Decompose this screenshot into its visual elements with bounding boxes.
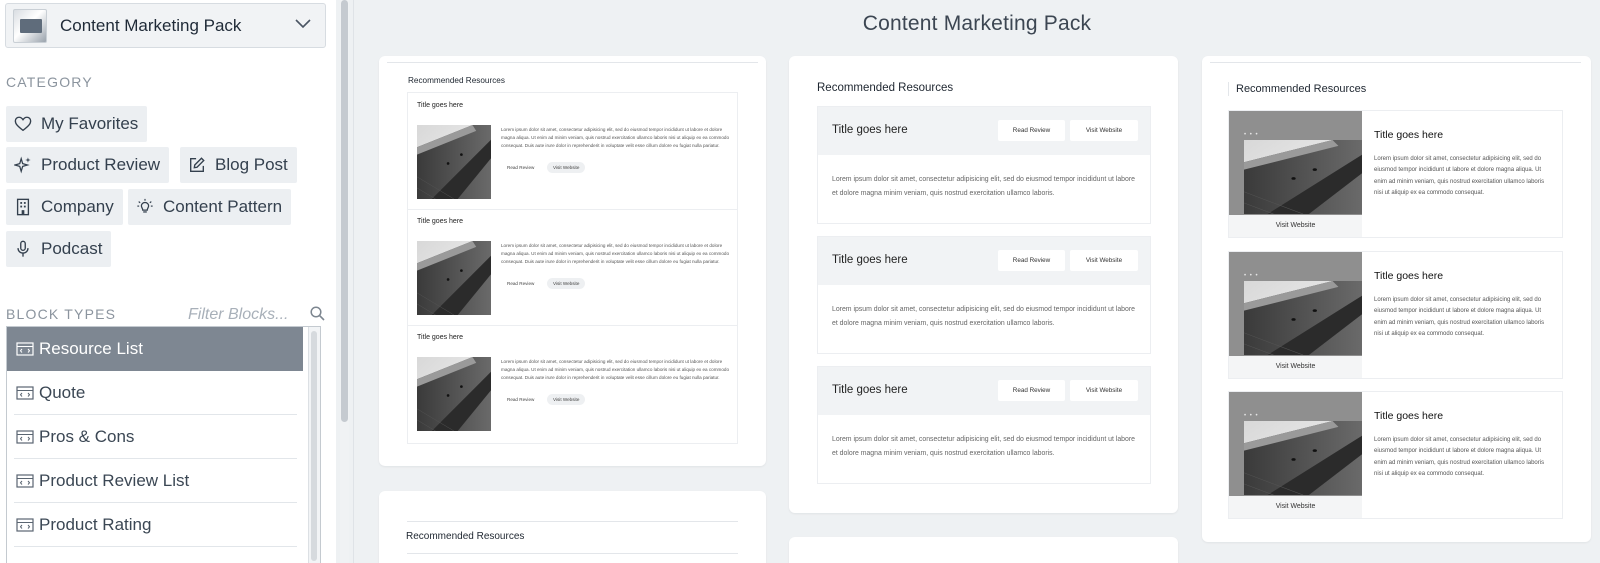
visit-website-button[interactable]: Visit Website: [547, 394, 586, 405]
visit-website-button[interactable]: Visit Website: [1070, 120, 1138, 141]
read-review-button[interactable]: Read Review: [501, 278, 540, 289]
chip-label: Podcast: [41, 239, 103, 258]
visit-website-button[interactable]: Visit Website: [1229, 356, 1362, 378]
block-item-product-rating[interactable]: Product Rating: [7, 503, 303, 547]
preview-heading: Recommended Resources: [406, 531, 525, 542]
pack-thumbnail: [13, 8, 47, 43]
block-item-pros-cons[interactable]: Pros & Cons: [7, 415, 303, 459]
list-item: • • • Visit Website Title goes here Lore…: [1228, 110, 1563, 238]
visit-website-button[interactable]: Visit Website: [1070, 380, 1138, 401]
block-label: Pros & Cons: [39, 427, 135, 446]
visit-website-button[interactable]: Visit Website: [1070, 250, 1138, 271]
preview-heading: Recommended Resources: [408, 76, 505, 85]
heart-icon: [13, 114, 33, 134]
preview-card-resource-list-plain[interactable]: Recommended Resources: [379, 491, 766, 563]
search-icon[interactable]: [310, 306, 325, 321]
list-item: Title goes here Lorem ipsum dolor sit am…: [408, 209, 737, 326]
block-item-resource-list[interactable]: Resource List: [7, 327, 303, 371]
visit-website-button[interactable]: Visit Website: [1229, 496, 1362, 518]
list-item: Title goes here Lorem ipsum dolor sit am…: [408, 93, 737, 210]
page-title: Content Marketing Pack: [862, 12, 1092, 35]
lightbulb-icon: [135, 197, 155, 217]
edit-icon: [187, 155, 207, 175]
list-item: • • • Visit Website Title goes here Lore…: [1228, 251, 1563, 379]
preview-heading: Recommended Resources: [817, 82, 954, 94]
sparkle-icon: [13, 155, 33, 175]
block-label: Product Review List: [39, 471, 190, 490]
building-icon: [13, 197, 33, 217]
panel-divider: [353, 0, 354, 563]
microphone-icon: [13, 239, 33, 259]
blocks-scrollbar[interactable]: [308, 327, 320, 563]
visit-website-button[interactable]: Visit Website: [1229, 215, 1362, 237]
preview-heading: Recommended Resources: [1236, 83, 1367, 95]
chip-label: My Favorites: [41, 114, 139, 133]
building-image: [417, 357, 491, 431]
block-icon: [16, 386, 34, 400]
block-icon: [16, 518, 34, 532]
block-item-quote[interactable]: Quote: [7, 371, 303, 415]
filter-blocks-input[interactable]: Filter Blocks...: [188, 306, 288, 324]
chevron-down-icon: [295, 19, 311, 29]
chip-label: Product Review: [41, 155, 161, 174]
category-chip-product-review[interactable]: Product Review: [6, 147, 170, 183]
block-label: Quote: [39, 383, 86, 402]
preview-list: Title goes here Lorem ipsum dolor sit am…: [407, 92, 738, 444]
sidebar: Content Marketing Pack CATEGORY My Favor…: [0, 0, 336, 563]
category-chip-company[interactable]: Company: [6, 189, 123, 225]
block-icon: [16, 430, 34, 444]
pack-selector[interactable]: Content Marketing Pack: [5, 3, 326, 48]
chip-label: Blog Post: [215, 155, 288, 174]
block-label: Product Rating: [39, 515, 152, 534]
read-review-button[interactable]: Read Review: [998, 120, 1065, 141]
chip-label: Content Pattern: [163, 197, 283, 216]
preview-card-partial[interactable]: [789, 537, 1178, 563]
preview-card-resource-list-image[interactable]: Recommended Resources • • • Visit Websit…: [1202, 56, 1591, 542]
list-item: • • • Visit Website Title goes here Lore…: [1228, 391, 1563, 519]
block-types-list: Resource List Quote Pros & Cons Product …: [6, 326, 321, 563]
sidebar-scrollbar[interactable]: [340, 0, 349, 563]
visit-website-button[interactable]: Visit Website: [547, 278, 586, 289]
preview-card-resource-list-headed[interactable]: Recommended Resources Title goes here Re…: [789, 56, 1178, 513]
building-image: [417, 125, 491, 199]
block-icon: [16, 342, 34, 356]
pack-name: Content Marketing Pack: [60, 15, 242, 35]
chip-label: Company: [41, 197, 114, 216]
category-chip-content-pattern[interactable]: Content Pattern: [128, 189, 292, 225]
list-item: Title goes here Read Review Visit Websit…: [817, 366, 1151, 484]
block-label: Resource List: [39, 339, 143, 358]
block-icon: [16, 474, 34, 488]
category-chip-blog-post[interactable]: Blog Post: [180, 147, 297, 183]
block-types-label: BLOCK TYPES: [6, 306, 117, 322]
building-image: [417, 241, 491, 315]
read-review-button[interactable]: Read Review: [998, 380, 1065, 401]
list-item: Title goes here Lorem ipsum dolor sit am…: [408, 325, 737, 442]
read-review-button[interactable]: Read Review: [501, 394, 540, 405]
list-item: Title goes here Read Review Visit Websit…: [817, 106, 1151, 224]
category-chip-my-favorites[interactable]: My Favorites: [6, 106, 148, 142]
read-review-button[interactable]: Read Review: [501, 162, 540, 173]
preview-card-resource-list-compact[interactable]: Recommended Resources Title goes here Lo…: [379, 56, 766, 466]
building-image: [1244, 421, 1362, 495]
category-chip-podcast[interactable]: Podcast: [6, 231, 112, 267]
read-review-button[interactable]: Read Review: [998, 250, 1065, 271]
list-item: Title goes here Read Review Visit Websit…: [817, 236, 1151, 354]
category-label: CATEGORY: [6, 74, 93, 90]
block-item-product-review-list[interactable]: Product Review List: [7, 459, 303, 503]
building-image: [1244, 281, 1362, 355]
visit-website-button[interactable]: Visit Website: [547, 162, 586, 173]
building-image: [1244, 140, 1362, 214]
